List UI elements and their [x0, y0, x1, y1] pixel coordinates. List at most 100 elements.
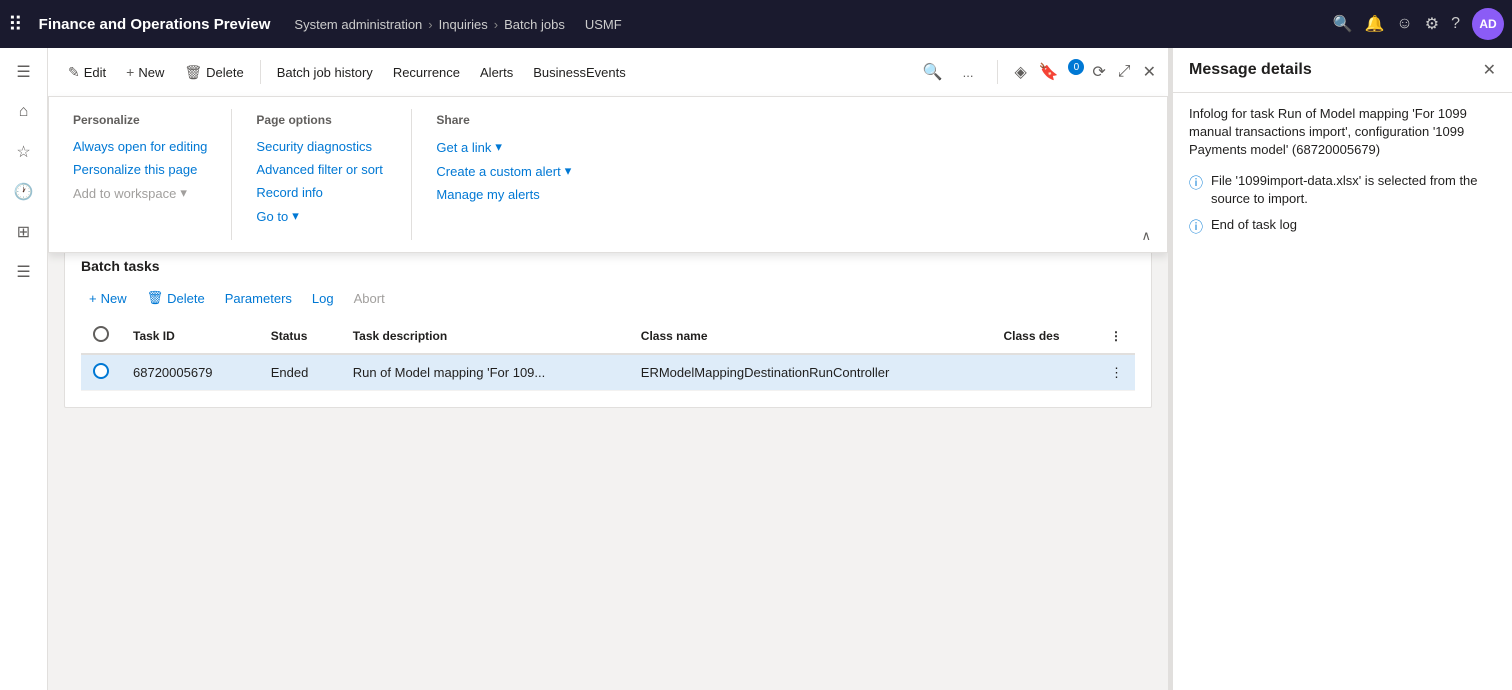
breadcrumb-sep-2: › [494, 17, 498, 32]
right-panel-title: Message details [1189, 61, 1312, 79]
dropdown-sections: Personalize Always open for editing Pers… [49, 109, 1167, 240]
dropdown-personalize-section: Personalize Always open for editing Pers… [49, 109, 232, 240]
col-status: Status [259, 318, 341, 354]
nav-env: USMF [585, 17, 622, 32]
sidebar-home[interactable]: ⌂ [8, 96, 40, 128]
more-button[interactable]: ... [955, 59, 982, 86]
nav-system-admin[interactable]: System administration [294, 17, 422, 32]
resize-handle[interactable] [1168, 48, 1172, 690]
tasks-new-icon: + [89, 291, 97, 306]
chevron-down-icon: ▾ [180, 185, 187, 201]
apps-icon[interactable]: ⠿ [8, 12, 23, 37]
row-selector[interactable] [93, 363, 109, 379]
ribbon-search-icon[interactable]: 🔍 [923, 62, 943, 82]
edit-icon: ✎ [68, 64, 80, 81]
notifications-icon[interactable]: 🔔 [1364, 14, 1384, 34]
sidebar-modules[interactable]: ☰ [8, 256, 40, 288]
emoji-icon[interactable]: ☺ [1396, 15, 1412, 33]
col-more: ⋮ [1098, 318, 1135, 354]
col-class-des: Class des [991, 318, 1098, 354]
col-task-id: Task ID [121, 318, 259, 354]
sidebar-hamburger[interactable]: ☰ [8, 56, 40, 88]
tasks-delete-button[interactable]: 🗑 Delete [139, 286, 213, 310]
nav-batch-jobs[interactable]: Batch jobs [504, 17, 565, 32]
recurrence-button[interactable]: Recurrence [385, 59, 468, 86]
dropdown-collapse-btn[interactable]: ∧ [1141, 228, 1151, 244]
top-bar-right: 🔍 🔔 ☺ ⚙ ? AD [1333, 8, 1504, 40]
get-link-item[interactable]: Get a link ▾ [436, 135, 571, 159]
toolbar-right: 🔍 ... ◈ 🔖 ● 0 ⟳ ⤢ ✕ [923, 59, 1156, 86]
tasks-parameters-button[interactable]: Parameters [217, 287, 300, 310]
settings-icon[interactable]: ⚙ [1425, 14, 1439, 34]
sidebar-recent[interactable]: 🕐 [8, 176, 40, 208]
row-more[interactable]: ⋮ [1098, 354, 1135, 391]
col-task-desc: Task description [341, 318, 629, 354]
right-panel-close[interactable]: ✕ [1483, 60, 1496, 80]
search-icon[interactable]: 🔍 [1333, 14, 1353, 34]
bookmark-icon[interactable]: 🔖 [1039, 62, 1059, 82]
popout-icon[interactable]: ⤢ [1118, 63, 1131, 81]
panel-info-item-1: ⓘ File '1099import-data.xlsx' is selecte… [1189, 172, 1496, 208]
tasks-new-button[interactable]: + New [81, 287, 135, 310]
top-nav-bar: ⠿ Finance and Operations Preview System … [0, 0, 1512, 48]
personalize-page-item[interactable]: Personalize this page [73, 158, 207, 181]
panel-info-item-2: ⓘ End of task log [1189, 216, 1496, 237]
row-status: Ended [259, 354, 341, 391]
custom-alert-item[interactable]: Create a custom alert ▾ [436, 159, 571, 183]
row-task-id: 68720005679 [121, 354, 259, 391]
new-button[interactable]: + New [118, 58, 172, 86]
panel-info-icon-1: ⓘ [1189, 173, 1203, 193]
panel-info-text-1: File '1099import-data.xlsx' is selected … [1211, 172, 1496, 208]
ribbon-sep-1 [260, 60, 261, 84]
diamond-icon[interactable]: ◈ [1014, 62, 1026, 82]
content-area: ✎ Edit + New 🗑 Delete Batch job history … [48, 48, 1168, 690]
batch-tasks-table: Task ID Status Task description Class na… [81, 318, 1135, 391]
refresh-icon[interactable]: ⟳ [1092, 62, 1105, 82]
breadcrumb-sep-1: › [428, 17, 432, 32]
manage-alerts-item[interactable]: Manage my alerts [436, 183, 571, 206]
table-row[interactable]: 68720005679 Ended Run of Model mapping '… [81, 354, 1135, 391]
panel-info-icon-2: ⓘ [1189, 217, 1203, 237]
sidebar-workspaces[interactable]: ⊞ [8, 216, 40, 248]
col-class-name: Class name [629, 318, 992, 354]
batch-tasks-area: Batch tasks + New 🗑 Delete Parameters [65, 246, 1151, 407]
edit-button[interactable]: ✎ Edit [60, 58, 114, 87]
batch-job-history-button[interactable]: Batch job history [269, 59, 381, 86]
dropdown-menu: Personalize Always open for editing Pers… [48, 96, 1168, 253]
alert-chevron-icon: ▾ [565, 163, 572, 179]
tasks-log-button[interactable]: Log [304, 287, 342, 310]
business-events-button[interactable]: BusinessEvents [525, 59, 634, 86]
row-class-des [991, 354, 1098, 391]
dropdown-page-options-section: Page options Security diagnostics Advanc… [232, 109, 412, 240]
app-title: Finance and Operations Preview [39, 16, 271, 33]
right-panel: Message details ✕ Infolog for task Run o… [1172, 48, 1512, 690]
delete-button[interactable]: 🗑 Delete [176, 58, 251, 87]
panel-summary: Infolog for task Run of Model mapping 'F… [1189, 105, 1496, 160]
dropdown-share-section: Share Get a link ▾ Create a custom alert… [412, 109, 595, 240]
security-diagnostics-item[interactable]: Security diagnostics [256, 135, 387, 158]
go-to-item[interactable]: Go to ▾ [256, 204, 387, 228]
row-check[interactable] [81, 354, 121, 391]
tasks-toolbar: + New 🗑 Delete Parameters Log [81, 282, 1135, 318]
new-plus-icon: + [126, 64, 134, 80]
panel-info-text-2: End of task log [1211, 216, 1297, 234]
right-panel-header: Message details ✕ [1173, 48, 1512, 93]
always-open-editing-item[interactable]: Always open for editing [73, 135, 207, 158]
record-info-item[interactable]: Record info [256, 181, 387, 204]
close-page-icon[interactable]: ✕ [1143, 62, 1156, 82]
sidebar-favorites[interactable]: ☆ [8, 136, 40, 168]
advanced-filter-item[interactable]: Advanced filter or sort [256, 158, 387, 181]
get-link-chevron-icon: ▾ [495, 139, 502, 155]
add-to-workspace-item[interactable]: Add to workspace ▾ [73, 181, 207, 205]
user-avatar[interactable]: AD [1472, 8, 1504, 40]
alerts-button[interactable]: Alerts [472, 59, 521, 86]
ribbon-container: ✎ Edit + New 🗑 Delete Batch job history … [48, 48, 1168, 97]
ribbon-sep-2 [997, 60, 998, 84]
breadcrumb: System administration › Inquiries › Batc… [294, 17, 1324, 32]
main-layout: ☰ ⌂ ☆ 🕐 ⊞ ☰ ✎ Edit + New 🗑 Delete [0, 48, 1512, 690]
tasks-abort-button[interactable]: Abort [346, 287, 393, 310]
select-all-checkbox[interactable] [93, 326, 109, 342]
notifications-badge-container: ● 0 [1071, 63, 1081, 81]
help-icon[interactable]: ? [1451, 15, 1460, 33]
nav-inquiries[interactable]: Inquiries [439, 17, 488, 32]
